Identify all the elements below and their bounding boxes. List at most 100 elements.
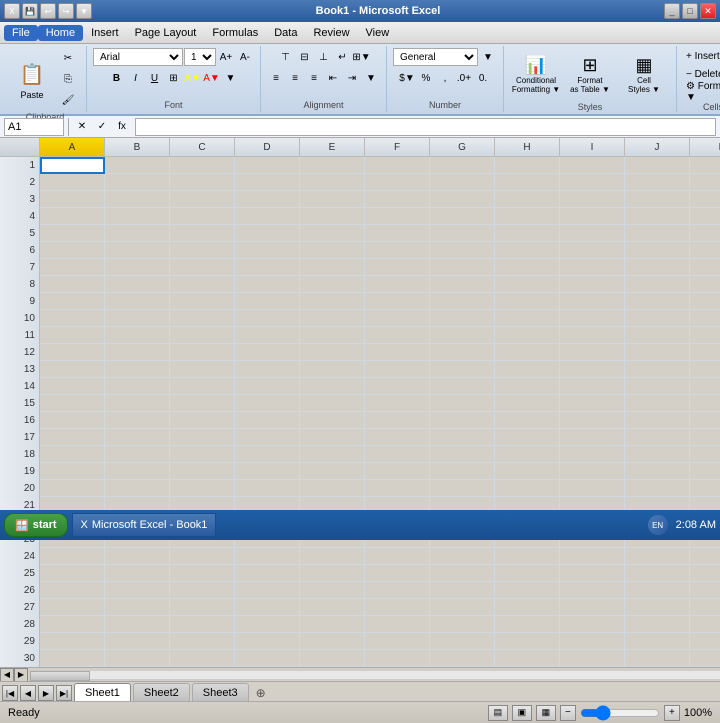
align-right-button[interactable]: ≡: [305, 69, 323, 87]
cell-H27[interactable]: [495, 599, 560, 616]
cell-J6[interactable]: [625, 242, 690, 259]
cell-F28[interactable]: [365, 616, 430, 633]
cell-C7[interactable]: [170, 259, 235, 276]
cell-G20[interactable]: [430, 480, 495, 497]
delete-button[interactable]: − Delete ▼: [683, 66, 720, 82]
cell-H7[interactable]: [495, 259, 560, 276]
cell-A6[interactable]: [40, 242, 105, 259]
cell-F4[interactable]: [365, 208, 430, 225]
cell-A1[interactable]: [40, 157, 105, 174]
restore-button[interactable]: □: [682, 3, 698, 19]
cell-I7[interactable]: [560, 259, 625, 276]
cell-B3[interactable]: [105, 191, 170, 208]
cell-K3[interactable]: [690, 191, 720, 208]
cell-B24[interactable]: [105, 548, 170, 565]
cell-D3[interactable]: [235, 191, 300, 208]
cell-F17[interactable]: [365, 429, 430, 446]
customize-icon[interactable]: ▼: [76, 3, 92, 19]
cell-E19[interactable]: [300, 463, 365, 480]
cell-A13[interactable]: [40, 361, 105, 378]
cell-J15[interactable]: [625, 395, 690, 412]
cell-I4[interactable]: [560, 208, 625, 225]
cell-G5[interactable]: [430, 225, 495, 242]
zoom-slider[interactable]: [580, 708, 660, 718]
cell-C11[interactable]: [170, 327, 235, 344]
cell-H9[interactable]: [495, 293, 560, 310]
currency-button[interactable]: $▼: [398, 69, 416, 87]
cell-F8[interactable]: [365, 276, 430, 293]
cell-B25[interactable]: [105, 565, 170, 582]
cancel-formula-button[interactable]: ✕: [73, 118, 91, 136]
cell-H26[interactable]: [495, 582, 560, 599]
cell-B29[interactable]: [105, 633, 170, 650]
cell-G4[interactable]: [430, 208, 495, 225]
cell-D19[interactable]: [235, 463, 300, 480]
font-name-select[interactable]: Arial Calibri Times New Roman: [93, 48, 183, 66]
cell-E29[interactable]: [300, 633, 365, 650]
cell-I30[interactable]: [560, 650, 625, 667]
row-header-18[interactable]: 18: [0, 446, 40, 463]
row-header-5[interactable]: 5: [0, 225, 40, 242]
cell-B6[interactable]: [105, 242, 170, 259]
cell-E24[interactable]: [300, 548, 365, 565]
cell-G28[interactable]: [430, 616, 495, 633]
cell-B30[interactable]: [105, 650, 170, 667]
cell-D14[interactable]: [235, 378, 300, 395]
cell-D2[interactable]: [235, 174, 300, 191]
cell-G11[interactable]: [430, 327, 495, 344]
cell-C29[interactable]: [170, 633, 235, 650]
cell-C1[interactable]: [170, 157, 235, 174]
cell-I24[interactable]: [560, 548, 625, 565]
cell-E3[interactable]: [300, 191, 365, 208]
cell-H11[interactable]: [495, 327, 560, 344]
cell-H14[interactable]: [495, 378, 560, 395]
cell-I15[interactable]: [560, 395, 625, 412]
excel-icon[interactable]: X: [4, 3, 20, 19]
row-header-14[interactable]: 14: [0, 378, 40, 395]
cell-H10[interactable]: [495, 310, 560, 327]
cell-C8[interactable]: [170, 276, 235, 293]
cell-I1[interactable]: [560, 157, 625, 174]
col-header-C[interactable]: C: [170, 138, 235, 156]
col-header-B[interactable]: B: [105, 138, 170, 156]
cell-H15[interactable]: [495, 395, 560, 412]
align-middle-button[interactable]: ⊟: [296, 48, 314, 66]
font-shrink-button[interactable]: A-: [236, 48, 254, 66]
cell-F5[interactable]: [365, 225, 430, 242]
cell-C9[interactable]: [170, 293, 235, 310]
cell-H13[interactable]: [495, 361, 560, 378]
cell-B19[interactable]: [105, 463, 170, 480]
cell-F13[interactable]: [365, 361, 430, 378]
cell-K6[interactable]: [690, 242, 720, 259]
cell-H12[interactable]: [495, 344, 560, 361]
merge-button[interactable]: ⊞▼: [353, 48, 371, 66]
cell-K25[interactable]: [690, 565, 720, 582]
cell-A28[interactable]: [40, 616, 105, 633]
cell-E30[interactable]: [300, 650, 365, 667]
cell-A7[interactable]: [40, 259, 105, 276]
cell-G14[interactable]: [430, 378, 495, 395]
font-color-button[interactable]: A▼: [203, 69, 221, 87]
row-header-10[interactable]: 10: [0, 310, 40, 327]
cell-H30[interactable]: [495, 650, 560, 667]
row-header-6[interactable]: 6: [0, 242, 40, 259]
cell-D29[interactable]: [235, 633, 300, 650]
cell-J25[interactable]: [625, 565, 690, 582]
quick-save-icon[interactable]: 💾: [22, 3, 38, 19]
cell-G26[interactable]: [430, 582, 495, 599]
cell-G2[interactable]: [430, 174, 495, 191]
close-button[interactable]: ✕: [700, 3, 716, 19]
cell-A29[interactable]: [40, 633, 105, 650]
cell-styles-button[interactable]: ▦ CellStyles ▼: [618, 48, 670, 100]
cell-H4[interactable]: [495, 208, 560, 225]
number-dropdown-button[interactable]: ▼: [479, 48, 497, 66]
cell-A27[interactable]: [40, 599, 105, 616]
cell-C19[interactable]: [170, 463, 235, 480]
cell-C17[interactable]: [170, 429, 235, 446]
col-header-E[interactable]: E: [300, 138, 365, 156]
cell-I20[interactable]: [560, 480, 625, 497]
cell-A12[interactable]: [40, 344, 105, 361]
cell-I13[interactable]: [560, 361, 625, 378]
col-header-K[interactable]: K: [690, 138, 720, 156]
cell-C16[interactable]: [170, 412, 235, 429]
